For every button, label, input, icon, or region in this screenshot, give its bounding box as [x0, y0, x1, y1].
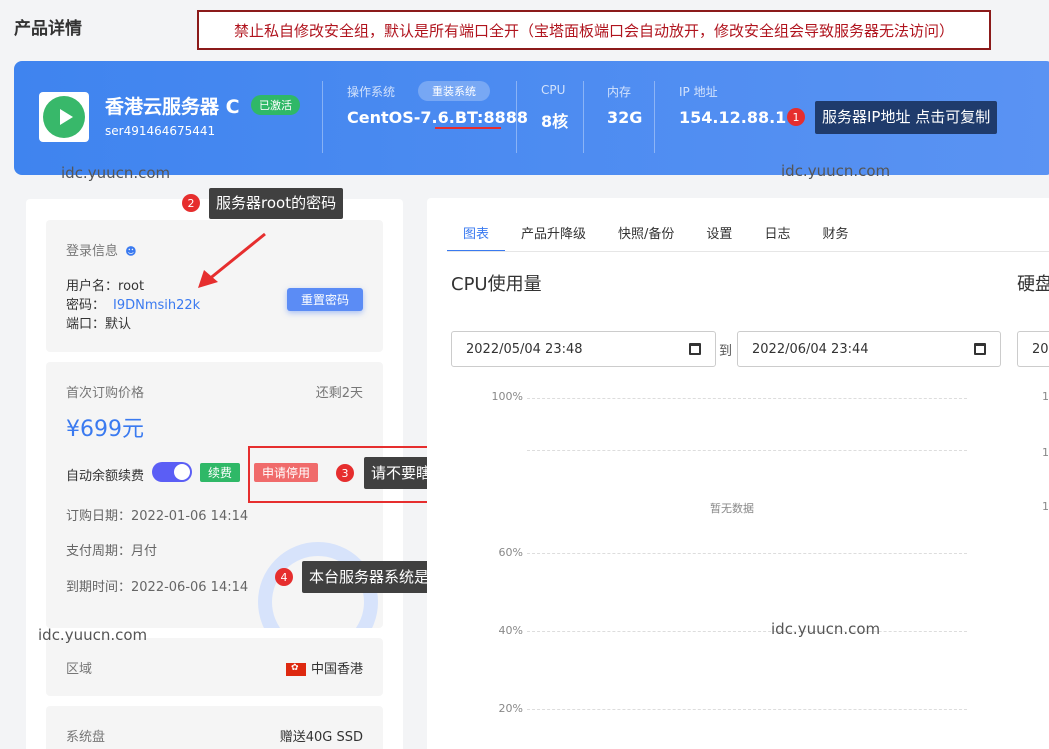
annotation-number-1: 1: [787, 108, 805, 126]
tab-logs[interactable]: 日志: [748, 224, 806, 252]
tab-divider: [447, 251, 1049, 252]
remaining-days: 还剩2天: [315, 386, 363, 401]
watermark: idc.yuucn.com: [781, 162, 891, 180]
gridline: [527, 709, 967, 710]
tab-upgrade[interactable]: 产品升降级: [505, 224, 602, 252]
watermark: idc.yuucn.com: [38, 626, 148, 644]
ip-value[interactable]: 154.12.88.1: [679, 108, 786, 127]
divider: [583, 81, 584, 153]
password-value[interactable]: I9DNmsih22k: [113, 298, 200, 313]
security-group-warning: 禁止私自修改安全组，默认是所有端口全开（宝塔面板端口会自动放开，修改安全组会导致…: [197, 10, 991, 50]
divider: [322, 81, 323, 153]
region-card: 区域 中国香港: [46, 638, 383, 696]
server-name: 香港云服务器 C: [105, 96, 240, 118]
no-data-label: 暂无数据: [710, 502, 754, 515]
reset-password-button[interactable]: 重置密码: [286, 288, 363, 311]
ip-label: IP 地址: [679, 85, 718, 99]
os-port-underline: [435, 127, 501, 129]
start-date-input[interactable]: 2022/05/04 23:48: [451, 331, 716, 367]
disk-card: 系统盘 赠送40G SSD: [46, 706, 383, 749]
annotation-number-3: 3: [336, 464, 354, 482]
cpu-value: 8核: [541, 112, 569, 131]
server-logo: [39, 92, 89, 142]
os-label: 操作系统: [347, 85, 396, 99]
watermark: idc.yuucn.com: [771, 620, 881, 638]
expire-date: 到期时间：2022-06-06 14:14: [66, 580, 249, 595]
os-value: CentOS-7.6.BT:8888: [347, 108, 528, 127]
first-price-label: 首次订购价格: [66, 386, 145, 401]
tab-settings[interactable]: 设置: [690, 224, 748, 252]
disk-label: 系统盘: [66, 730, 106, 745]
status-badge: 已激活: [251, 95, 300, 115]
annotation-number-4: 4: [275, 568, 293, 586]
port-row: 端口：默认: [66, 317, 132, 332]
region-value: 中国香港: [285, 658, 363, 677]
disk-chart-title: 硬盘: [1017, 274, 1049, 295]
annotation-number-2: 2: [182, 194, 200, 212]
disk-y-tick: 1: [1042, 446, 1049, 459]
cpu-label: CPU: [541, 83, 566, 97]
page-title: 产品详情: [14, 19, 82, 39]
auto-renew-label: 自动余额续费: [66, 469, 145, 484]
detail-tabs-panel: 图表 产品升降级 快照/备份 设置 日志 财务 CPU使用量 硬盘 2022/0…: [427, 198, 1049, 749]
disk-y-tick: 1: [1042, 390, 1049, 403]
user-icon: ☻: [125, 245, 137, 258]
divider: [516, 81, 517, 153]
divider: [654, 81, 655, 153]
play-icon: [43, 96, 85, 138]
y-tick-20: 20%: [498, 702, 523, 715]
y-tick-100: 100%: [491, 390, 523, 403]
price-value: ¥699元: [66, 417, 144, 442]
password-row: 密码： I9DNmsih22k: [66, 298, 201, 313]
date-range-to-label: 到: [719, 344, 733, 359]
renew-button[interactable]: 续费: [200, 463, 241, 482]
end-date-input[interactable]: 2022/06/04 23:44: [737, 331, 1001, 367]
gridline: [527, 398, 967, 399]
auto-renew-toggle[interactable]: [152, 462, 192, 482]
order-date: 订购日期：2022-01-06 14:14: [66, 509, 249, 524]
memory-label: 内存: [607, 85, 632, 99]
gridline: [527, 450, 967, 451]
tab-bar: 图表 产品升降级 快照/备份 设置 日志 财务: [447, 224, 864, 252]
disk-value: 赠送40G SSD: [279, 730, 363, 745]
tab-chart[interactable]: 图表: [447, 224, 506, 252]
server-id: ser491464675441: [105, 124, 216, 138]
disk-start-date-input[interactable]: 202: [1017, 331, 1049, 367]
username-row: 用户名：root: [66, 279, 145, 294]
calendar-icon[interactable]: [689, 343, 701, 355]
gridline: [527, 631, 967, 632]
annotation-ip-tooltip: 服务器IP地址 点击可复制: [815, 101, 998, 134]
arrow-icon: [198, 232, 266, 288]
annotation-password-tooltip: 服务器root的密码: [209, 188, 344, 219]
gridline: [527, 553, 967, 554]
tab-snapshot[interactable]: 快照/备份: [602, 224, 690, 252]
reinstall-button[interactable]: 重装系统: [418, 81, 490, 101]
hong-kong-flag-icon: [285, 663, 306, 676]
calendar-icon[interactable]: [974, 343, 986, 355]
cpu-chart-title: CPU使用量: [451, 274, 542, 295]
watermark: idc.yuucn.com: [61, 164, 171, 182]
region-label: 区域: [66, 662, 93, 677]
port-value: 默认: [105, 317, 132, 332]
disk-y-tick: 1: [1042, 500, 1049, 513]
pay-cycle: 支付周期：月付: [66, 544, 158, 559]
login-info-title: 登录信息 ☻: [66, 244, 137, 259]
y-tick-60: 60%: [498, 546, 523, 559]
tab-finance[interactable]: 财务: [806, 224, 864, 252]
y-tick-40: 40%: [498, 624, 523, 637]
memory-value: 32G: [607, 108, 643, 127]
username-value: root: [118, 279, 145, 294]
